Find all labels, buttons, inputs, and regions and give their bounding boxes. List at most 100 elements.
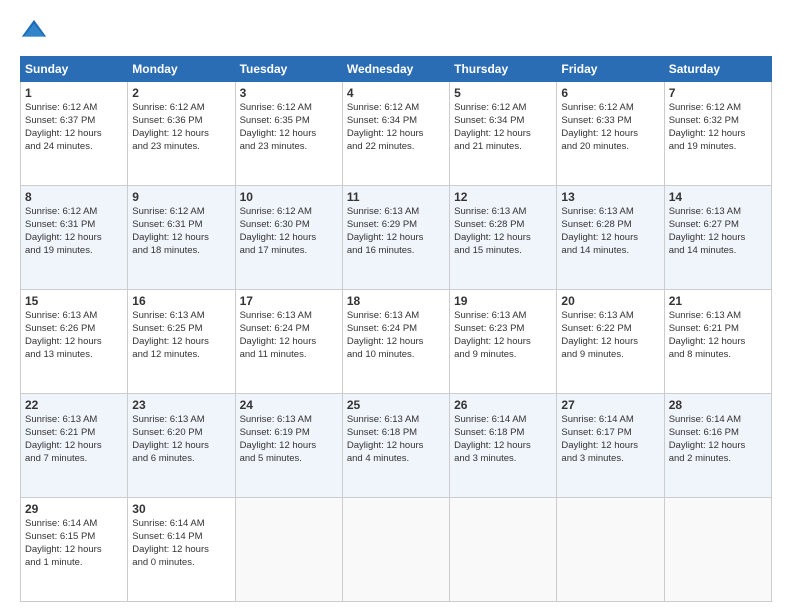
calendar-cell: 16Sunrise: 6:13 AMSunset: 6:25 PMDayligh… [128,290,235,394]
sunset: Sunset: 6:36 PM [132,115,202,126]
sunrise: Sunrise: 6:13 AM [561,310,633,321]
header [20,18,772,46]
sunset: Sunset: 6:34 PM [454,115,524,126]
daylight-label: Daylight: 12 hours [132,544,209,555]
daylight-label: Daylight: 12 hours [669,232,746,243]
daylight-label: Daylight: 12 hours [669,440,746,451]
weekday-header: Monday [128,57,235,82]
weekday-header: Sunday [21,57,128,82]
sunset: Sunset: 6:14 PM [132,531,202,542]
day-number: 28 [669,397,767,413]
daylight-label: Daylight: 12 hours [347,336,424,347]
calendar-cell: 13Sunrise: 6:13 AMSunset: 6:28 PMDayligh… [557,186,664,290]
day-number: 10 [240,189,338,205]
day-number: 20 [561,293,659,309]
day-number: 14 [669,189,767,205]
day-number: 1 [25,85,123,101]
day-number: 25 [347,397,445,413]
calendar-cell: 10Sunrise: 6:12 AMSunset: 6:30 PMDayligh… [235,186,342,290]
calendar-cell: 30Sunrise: 6:14 AM Sunset: 6:14 PM Dayligh… [128,498,235,602]
daylight-minutes: and 9 minutes. [561,349,623,360]
daylight-label: Daylight: 12 hours [132,232,209,243]
sunrise: Sunrise: 6:13 AM [454,206,526,217]
page: SundayMondayTuesdayWednesdayThursdayFrid… [0,0,792,612]
sunrise: Sunrise: 6:14 AM [25,518,97,529]
day-number: 17 [240,293,338,309]
day-number: 7 [669,85,767,101]
day-number: 3 [240,85,338,101]
daylight-label: Daylight: 12 hours [454,128,531,139]
day-number: 5 [454,85,552,101]
daylight-label: Daylight: 12 hours [240,128,317,139]
sunrise: Sunrise: 6:12 AM [132,206,204,217]
daylight-minutes: and 8 minutes. [669,349,731,360]
day-number: 2 [132,85,230,101]
day-number: 9 [132,189,230,205]
day-number: 18 [347,293,445,309]
sunset: Sunset: 6:31 PM [25,219,95,230]
day-number: 13 [561,189,659,205]
sunset: Sunset: 6:20 PM [132,427,202,438]
sunrise: Sunrise: 6:14 AM [132,518,204,529]
calendar-cell: 17Sunrise: 6:13 AM Sunset: 6:24 PM Dayligh… [235,290,342,394]
daylight-minutes: and 23 minutes. [240,141,308,152]
weekday-header: Friday [557,57,664,82]
daylight-label: Daylight: 12 hours [669,336,746,347]
daylight-label: Daylight: 12 hours [240,440,317,451]
sunrise: Sunrise: 6:14 AM [669,414,741,425]
sunset: Sunset: 6:25 PM [132,323,202,334]
sunrise: Sunrise: 6:12 AM [347,102,419,113]
sunrise: Sunrise: 6:13 AM [669,206,741,217]
sunset: Sunset: 6:32 PM [669,115,739,126]
calendar-cell: 9Sunrise: 6:12 AMSunset: 6:31 PMDaylight… [128,186,235,290]
daylight-label: Daylight: 12 hours [669,128,746,139]
daylight-label: Daylight: 12 hours [240,336,317,347]
daylight-minutes: and 15 minutes. [454,245,522,256]
daylight-minutes: and 20 minutes. [561,141,629,152]
calendar-cell [557,498,664,602]
daylight-minutes: and 16 minutes. [347,245,415,256]
sunrise: Sunrise: 6:12 AM [132,102,204,113]
sunrise: Sunrise: 6:14 AM [454,414,526,425]
daylight-minutes: and 11 minutes. [240,349,307,360]
day-number: 12 [454,189,552,205]
daylight-label: Daylight: 12 hours [25,440,102,451]
sunrise: Sunrise: 6:13 AM [240,414,312,425]
sunrise: Sunrise: 6:13 AM [25,414,97,425]
daylight-label: Daylight: 12 hours [561,336,638,347]
sunset: Sunset: 6:27 PM [669,219,739,230]
sunset: Sunset: 6:33 PM [561,115,631,126]
sunset: Sunset: 6:29 PM [347,219,417,230]
daylight-label: Daylight: 12 hours [132,440,209,451]
calendar-cell: 20Sunrise: 6:13 AMSunset: 6:22 PMDayligh… [557,290,664,394]
daylight-minutes: and 19 minutes. [25,245,93,256]
daylight-label: Daylight: 12 hours [25,336,102,347]
sunrise: Sunrise: 6:13 AM [132,310,204,321]
sunset: Sunset: 6:24 PM [240,323,310,334]
calendar-cell: 19Sunrise: 6:13 AMSunset: 6:23 PMDayligh… [450,290,557,394]
day-number: 15 [25,293,123,309]
calendar-cell [450,498,557,602]
sunrise: Sunrise: 6:13 AM [240,310,312,321]
sunrise: Sunrise: 6:13 AM [347,310,419,321]
daylight-minutes: and 14 minutes. [669,245,737,256]
sunset: Sunset: 6:18 PM [454,427,524,438]
calendar-cell: 6Sunrise: 6:12 AMSunset: 6:33 PMDaylight… [557,82,664,186]
sunrise: Sunrise: 6:14 AM [561,414,633,425]
calendar-cell [235,498,342,602]
daylight-label: Daylight: 12 hours [561,440,638,451]
day-number: 19 [454,293,552,309]
daylight-label: Daylight: 12 hours [347,128,424,139]
calendar-cell: 27Sunrise: 6:14 AMSunset: 6:17 PMDayligh… [557,394,664,498]
sunset: Sunset: 6:23 PM [454,323,524,334]
calendar-cell: 14Sunrise: 6:13 AM Sunset: 6:27 PM Dayligh… [664,186,771,290]
sunset: Sunset: 6:18 PM [347,427,417,438]
day-number: 4 [347,85,445,101]
sunrise: Sunrise: 6:12 AM [25,206,97,217]
day-number: 30 [132,501,230,517]
daylight-minutes: and 23 minutes. [132,141,200,152]
daylight-minutes: and 5 minutes. [240,453,302,464]
day-number: 8 [25,189,123,205]
daylight-minutes: and 21 minutes. [454,141,522,152]
sunrise: Sunrise: 6:12 AM [669,102,741,113]
